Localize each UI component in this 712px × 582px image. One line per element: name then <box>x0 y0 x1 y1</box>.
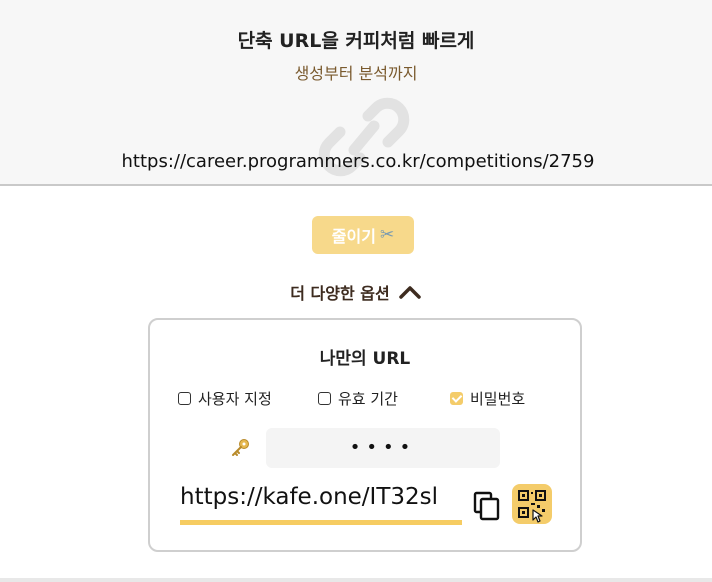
more-options-label: 더 다양한 옵션 <box>290 284 390 303</box>
qr-code-button[interactable] <box>512 484 552 524</box>
hero-subtitle: 생성부터 분석까지 <box>294 64 418 83</box>
short-url-text: https://kafe.one/IT32sl <box>180 484 439 510</box>
options-card-title: 나만의 URL <box>319 349 411 369</box>
custom-url-checkbox[interactable] <box>178 392 191 405</box>
scissors-icon: ✂ <box>379 225 395 245</box>
expiry-label: 유효 기간 <box>338 390 398 408</box>
hero-section: 단축 URL을 커피처럼 빠르게 생성부터 분석까지 <box>0 0 712 186</box>
password-label: 비밀번호 <box>470 390 526 408</box>
short-url-underline <box>180 520 462 525</box>
copy-icon[interactable] <box>472 490 502 522</box>
qr-code-icon <box>518 490 546 523</box>
password-input[interactable]: •••• <box>266 428 500 468</box>
options-card: 나만의 URL 사용자 지정 유효 기간 비밀번호 •••• https://k… <box>148 318 582 552</box>
expiry-checkbox[interactable] <box>318 392 331 405</box>
key-icon <box>232 439 249 456</box>
page-divider <box>0 578 712 582</box>
shorten-button-label: 줄이기 <box>331 227 376 246</box>
custom-url-label: 사용자 지정 <box>198 390 272 408</box>
password-option[interactable]: 비밀번호 <box>450 388 525 409</box>
expiry-option[interactable]: 유효 기간 <box>318 388 398 409</box>
custom-url-option[interactable]: 사용자 지정 <box>178 388 272 409</box>
url-input[interactable] <box>60 146 656 176</box>
hero-title: 단축 URL을 커피처럼 빠르게 <box>237 30 475 52</box>
password-checkbox[interactable] <box>450 392 463 405</box>
shorten-button[interactable]: 줄이기 ✂ <box>312 216 414 254</box>
chevron-up-icon <box>398 286 421 299</box>
more-options-toggle[interactable]: 더 다양한 옵션 <box>0 280 712 304</box>
